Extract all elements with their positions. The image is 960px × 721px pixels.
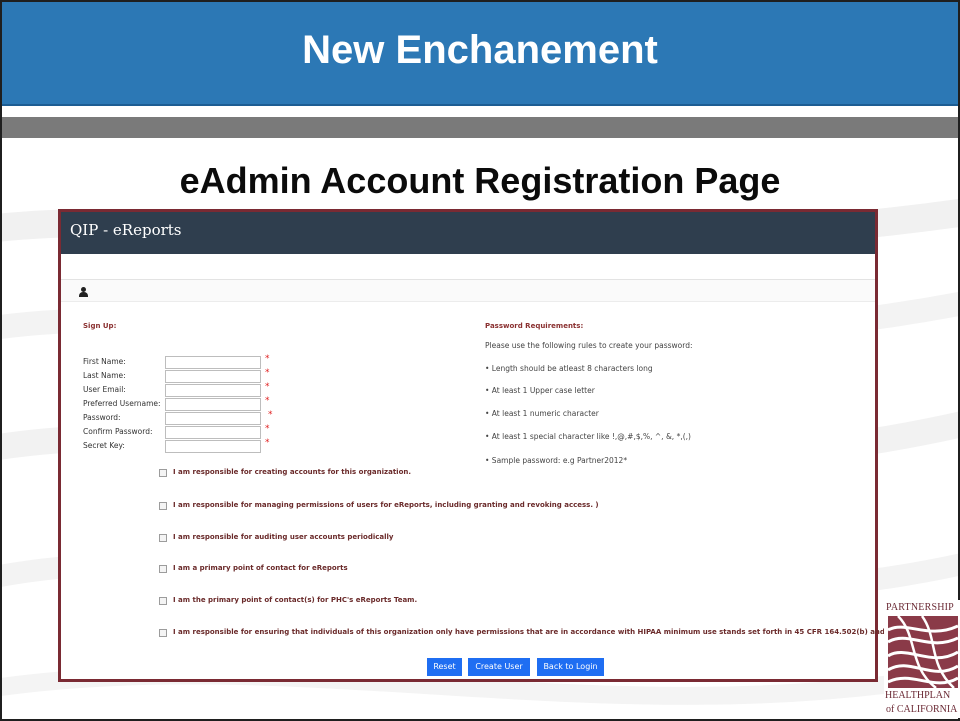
checkbox-label-hipaa: I am responsible for ensuring that indiv… [173, 628, 934, 636]
back-to-login-button[interactable]: Back to Login [537, 658, 604, 676]
password-requirements-intro: Please use the following rules to create… [485, 341, 693, 350]
first-name-label: First Name: [83, 357, 126, 366]
user-email-input[interactable] [165, 384, 261, 397]
logo-wave-icon [888, 616, 958, 688]
checkbox-label-primary-contact: I am a primary point of contact for eRep… [173, 564, 348, 572]
partnership-healthplan-logo: PARTNERSHIP HEALTHPLAN of CALIFORNIA [884, 600, 960, 718]
user-icon[interactable] [79, 287, 88, 297]
confirm-password-label: Confirm Password: [83, 427, 153, 436]
password-required: * [268, 410, 273, 420]
title-separator-white [2, 106, 958, 117]
checkbox-label-phc-contact: I am the primary point of contact(s) for… [173, 596, 418, 604]
checkbox-create-accounts[interactable] [159, 469, 167, 477]
password-requirements-heading: Password Requirements: [485, 322, 584, 330]
user-email-required: * [265, 382, 270, 392]
logo-text-healthplan: HEALTHPLAN [885, 690, 951, 701]
first-name-input[interactable] [165, 356, 261, 369]
slide-subtitle: eAdmin Account Registration Page [179, 160, 781, 201]
password-rule-special: • At least 1 special character like !,@,… [485, 432, 691, 441]
last-name-label: Last Name: [83, 371, 126, 380]
password-rule-length: • Length should be atleast 8 characters … [485, 364, 653, 373]
user-email-label: User Email: [83, 385, 126, 394]
preferred-username-input[interactable] [165, 398, 261, 411]
signup-heading: Sign Up: [83, 322, 117, 330]
secret-key-input[interactable] [165, 440, 261, 453]
checkbox-hipaa[interactable] [159, 629, 167, 637]
last-name-input[interactable] [165, 370, 261, 383]
password-input[interactable] [165, 412, 261, 425]
title-separator-gray [2, 117, 958, 138]
reset-button[interactable]: Reset [427, 658, 462, 676]
secret-key-label: Secret Key: [83, 441, 125, 450]
checkbox-audit-accounts[interactable] [159, 534, 167, 542]
confirm-password-required: * [265, 424, 270, 434]
first-name-required: * [265, 354, 270, 364]
checkbox-label-create-accounts: I am responsible for creating accounts f… [173, 468, 412, 476]
logo-text-partnership: PARTNERSHIP [886, 602, 954, 613]
create-user-button[interactable]: Create User [468, 658, 530, 676]
slide-title-bar: New Enchanement [2, 2, 958, 106]
checkbox-label-manage-permissions: I am responsible for managing permission… [173, 501, 599, 509]
password-label: Password: [83, 413, 121, 422]
app-brand[interactable]: QIP - eReports [70, 221, 182, 239]
preferred-username-required: * [265, 396, 270, 406]
checkbox-label-audit-accounts: I am responsible for auditing user accou… [173, 533, 394, 541]
app-subbar [61, 254, 875, 280]
password-rule-sample: • Sample password: e.g Partner2012* [485, 456, 628, 465]
checkbox-primary-contact[interactable] [159, 565, 167, 573]
checkbox-phc-contact[interactable] [159, 597, 167, 605]
last-name-required: * [265, 368, 270, 378]
secret-key-required: * [265, 438, 270, 448]
app-header: QIP - eReports [61, 212, 875, 254]
app-screenshot: QIP - eReports Sign Up: First Name: * La… [58, 209, 933, 682]
password-rule-numeric: • At least 1 numeric character [485, 409, 599, 418]
password-rule-uppercase: • At least 1 Upper case letter [485, 386, 595, 395]
logo-text-california: of CALIFORNIA [886, 704, 958, 715]
app-userbar [61, 280, 875, 302]
preferred-username-label: Preferred Username: [83, 399, 161, 408]
confirm-password-input[interactable] [165, 426, 261, 439]
slide-title: New Enchanement [302, 27, 658, 72]
checkbox-manage-permissions[interactable] [159, 502, 167, 510]
